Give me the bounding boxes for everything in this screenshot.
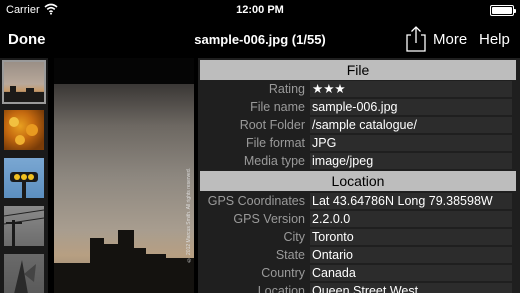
info-row-city: City Toronto: [200, 229, 516, 246]
thumbnail-strip[interactable]: [0, 58, 48, 293]
info-label: File name: [250, 100, 305, 114]
info-label: Media type: [243, 154, 305, 168]
info-value: Lat 43.64786N Long 79.38598W: [310, 193, 512, 209]
info-row-location: Location Queen Street West: [200, 283, 516, 293]
info-label: File format: [245, 136, 305, 150]
photo-viewer[interactable]: © 2012 Marcus Smith. All rights reserved…: [54, 58, 194, 293]
thumbnail-3[interactable]: [4, 158, 44, 198]
info-value: sample-006.jpg: [310, 99, 512, 115]
help-button[interactable]: Help: [479, 31, 510, 48]
info-label: State: [275, 248, 305, 262]
rating-stars[interactable]: ★★★: [310, 81, 512, 97]
section-header-location: Location: [200, 171, 516, 191]
thumbnail-5[interactable]: [4, 254, 44, 293]
info-row-gps-coordinates: GPS Coordinates Lat 43.64786N Long 79.38…: [200, 193, 516, 210]
info-row-file-name: File name sample-006.jpg: [200, 99, 516, 116]
thumbnail-5-image: [14, 260, 36, 293]
info-panel[interactable]: File Rating ★★★ File name sample-006.jpg…: [198, 58, 520, 293]
nav-bar: Done sample-006.jpg (1/55) More Help: [0, 20, 520, 58]
thumbnail-3-image: [10, 172, 38, 198]
info-row-file-format: File format JPG: [200, 135, 516, 152]
info-row-gps-version: GPS Version 2.2.0.0: [200, 211, 516, 228]
info-row-media-type: Media type image/jpeg: [200, 153, 516, 170]
info-row-rating[interactable]: Rating ★★★: [200, 81, 516, 98]
battery-fill: [492, 7, 512, 14]
info-label: Rating: [268, 82, 305, 96]
info-row-root-folder: Root Folder /sample catalogue/: [200, 117, 516, 134]
share-icon[interactable]: [405, 25, 427, 53]
clock: 12:00 PM: [236, 4, 284, 16]
status-bar: Carrier 12:00 PM: [0, 0, 520, 20]
info-value: JPG: [310, 135, 512, 151]
info-row-state: State Ontario: [200, 247, 516, 264]
info-label: City: [283, 230, 305, 244]
done-button[interactable]: Done: [8, 31, 46, 48]
more-button[interactable]: More: [433, 31, 467, 48]
thumbnail-2[interactable]: [4, 110, 44, 150]
photo-credit: © 2012 Marcus Smith. All rights reserved…: [186, 168, 192, 263]
info-value: Toronto: [310, 229, 512, 245]
info-value: /sample catalogue/: [310, 117, 512, 133]
info-label: Country: [261, 266, 305, 280]
info-label: GPS Version: [233, 212, 305, 226]
thumbnail-1-image: [4, 86, 44, 102]
info-value: 2.2.0.0: [310, 211, 512, 227]
info-label: Root Folder: [239, 118, 305, 132]
photo-skyline: [54, 230, 194, 293]
info-value: Ontario: [310, 247, 512, 263]
thumbnail-4[interactable]: [4, 206, 44, 246]
section-header-file: File: [200, 60, 516, 80]
info-value: Canada: [310, 265, 512, 281]
thumbnail-1[interactable]: [2, 60, 46, 104]
info-label: Location: [257, 284, 305, 293]
info-value: Queen Street West: [310, 283, 512, 293]
info-row-country: Country Canada: [200, 265, 516, 282]
info-label: GPS Coordinates: [207, 194, 305, 208]
thumbnail-2-image: [9, 117, 38, 145]
info-value: image/jpeg: [310, 153, 512, 169]
thumbnail-4-image: [4, 209, 44, 246]
battery-icon: [490, 5, 516, 16]
